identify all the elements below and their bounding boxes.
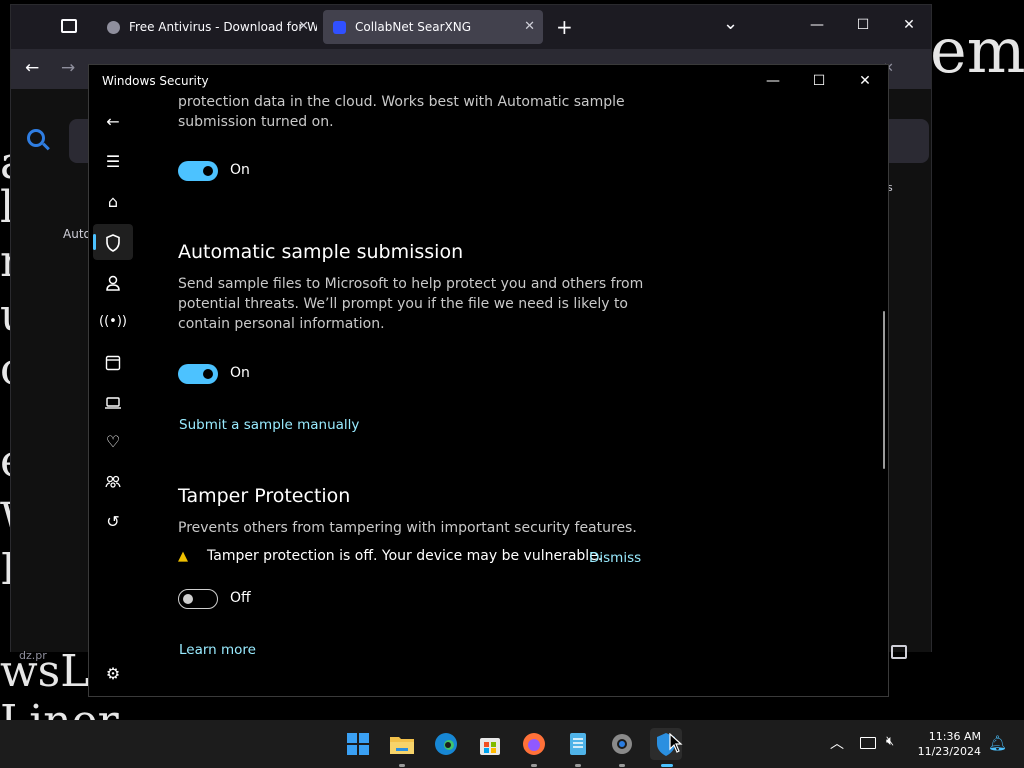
learn-more-link[interactable]: Learn more: [179, 642, 256, 658]
family-icon[interactable]: [93, 464, 133, 500]
browser-auto-text: Auto: [63, 227, 91, 241]
clock-time: 11:36 AM: [928, 730, 981, 743]
close-tab-icon[interactable]: ✕: [298, 10, 309, 44]
warning-icon: ▲: [178, 549, 188, 564]
close-tab-icon[interactable]: ✕: [524, 10, 535, 44]
browser-close-button[interactable]: ✕: [899, 17, 919, 33]
shield-icon[interactable]: [93, 224, 133, 260]
cloud-description-line1: protection data in the cloud. Works best…: [178, 94, 625, 110]
ws-main-content: protection data in the cloud. Works best…: [178, 94, 878, 696]
maximize-button[interactable]: ☐: [796, 65, 842, 97]
sample-submission-description: Send sample files to Microsoft to help p…: [178, 276, 644, 332]
settings-indicator: [619, 764, 625, 767]
menu-icon[interactable]: ☰: [93, 144, 133, 180]
device-security-icon[interactable]: [93, 384, 133, 420]
file-explorer-icon[interactable]: [386, 728, 418, 760]
firefox-indicator: [531, 764, 537, 767]
forward-arrow-icon[interactable]: →: [61, 58, 75, 78]
chevron-up-icon[interactable]: ︿: [830, 733, 844, 753]
app-browser-icon[interactable]: [93, 344, 133, 380]
home-icon[interactable]: ⌂: [93, 184, 133, 220]
submit-sample-link[interactable]: Submit a sample manually: [179, 417, 359, 433]
firefox-icon[interactable]: [518, 728, 550, 760]
edge-icon[interactable]: [430, 728, 462, 760]
browser-maximize-button[interactable]: ☐: [853, 17, 873, 33]
cloud-protection-toggle[interactable]: [178, 161, 218, 181]
notification-bell-icon[interactable]: 🔔︎: [988, 734, 1007, 752]
cloud-toggle-state: On: [230, 162, 250, 178]
notepad-icon[interactable]: [562, 728, 594, 760]
taskbar-clock[interactable]: 11:36 AM 11/23/2024: [918, 729, 981, 759]
tab-label: CollabNet SearXNG: [355, 20, 472, 34]
screen-icon[interactable]: [891, 645, 907, 659]
sample-submission-heading: Automatic sample submission: [178, 241, 464, 263]
volume-muted-icon[interactable]: 🔇︎: [886, 734, 894, 749]
vertical-scrollbar[interactable]: [883, 311, 885, 469]
ws-sidebar: ← ☰ ⌂ ((•)) ♡ ↺ ⚙: [89, 97, 137, 696]
mouse-cursor-icon: [669, 732, 683, 757]
dismiss-link[interactable]: Dismiss: [589, 550, 641, 566]
browser-tabbar: Free Antivirus - Download for W ✕ Collab…: [11, 5, 931, 49]
health-icon[interactable]: ♡: [93, 424, 133, 460]
tab-collabnet-searxng[interactable]: CollabNet SearXNG ✕: [323, 10, 543, 44]
tamper-toggle-state: Off: [230, 590, 251, 606]
bg-text-ems: ems: [930, 14, 1024, 87]
back-arrow-icon[interactable]: ←: [25, 58, 39, 78]
notepad-indicator: [575, 764, 581, 767]
network-icon[interactable]: ((•)): [93, 304, 133, 340]
browser-dz-text: dz.pr: [19, 649, 47, 662]
search-icon[interactable]: [27, 129, 45, 147]
store-icon[interactable]: [474, 728, 506, 760]
tamper-protection-toggle[interactable]: [178, 589, 218, 609]
start-icon[interactable]: [342, 728, 374, 760]
back-icon[interactable]: ←: [93, 104, 133, 140]
browser-minimize-button[interactable]: —: [807, 17, 827, 33]
tamper-warning-text: Tamper protection is off. Your device ma…: [207, 548, 603, 564]
taskbar: ︿ 🔇︎ 11:36 AM 11/23/2024 🔔︎: [0, 720, 1024, 768]
new-tab-button[interactable]: +: [556, 15, 573, 39]
sample-toggle-state: On: [230, 365, 250, 381]
clock-date: 11/23/2024: [917, 745, 981, 758]
desktop: ems a l r u o e W K wsLC Liner Free Anti…: [0, 0, 1024, 768]
windows-security-indicator: [661, 764, 673, 767]
tamper-protection-heading: Tamper Protection: [178, 485, 351, 507]
tab-overview-icon[interactable]: [61, 19, 77, 33]
sample-submission-toggle[interactable]: [178, 364, 218, 384]
globe-icon: [107, 21, 120, 34]
cloud-description-line2: submission turned on.: [178, 114, 334, 130]
searxng-icon: [333, 21, 346, 34]
window-title: Windows Security: [102, 74, 209, 88]
settings-app-icon[interactable]: [606, 728, 638, 760]
minimize-button[interactable]: —: [750, 65, 796, 97]
tab-label: Free Antivirus - Download for W: [129, 20, 317, 34]
settings-icon[interactable]: ⚙: [93, 656, 133, 692]
close-button[interactable]: ✕: [842, 65, 888, 97]
list-all-tabs-button[interactable]: ⌄: [723, 13, 738, 34]
file-explorer-indicator: [399, 764, 405, 767]
display-icon[interactable]: [860, 737, 876, 749]
tamper-protection-description: Prevents others from tampering with impo…: [178, 520, 637, 536]
history-icon[interactable]: ↺: [93, 504, 133, 540]
windows-security-window: Windows Security — ☐ ✕ ← ☰ ⌂ ((•)) ♡ ↺ ⚙…: [88, 64, 889, 697]
tab-free-antivirus[interactable]: Free Antivirus - Download for W ✕: [97, 10, 317, 44]
account-icon[interactable]: [93, 264, 133, 300]
